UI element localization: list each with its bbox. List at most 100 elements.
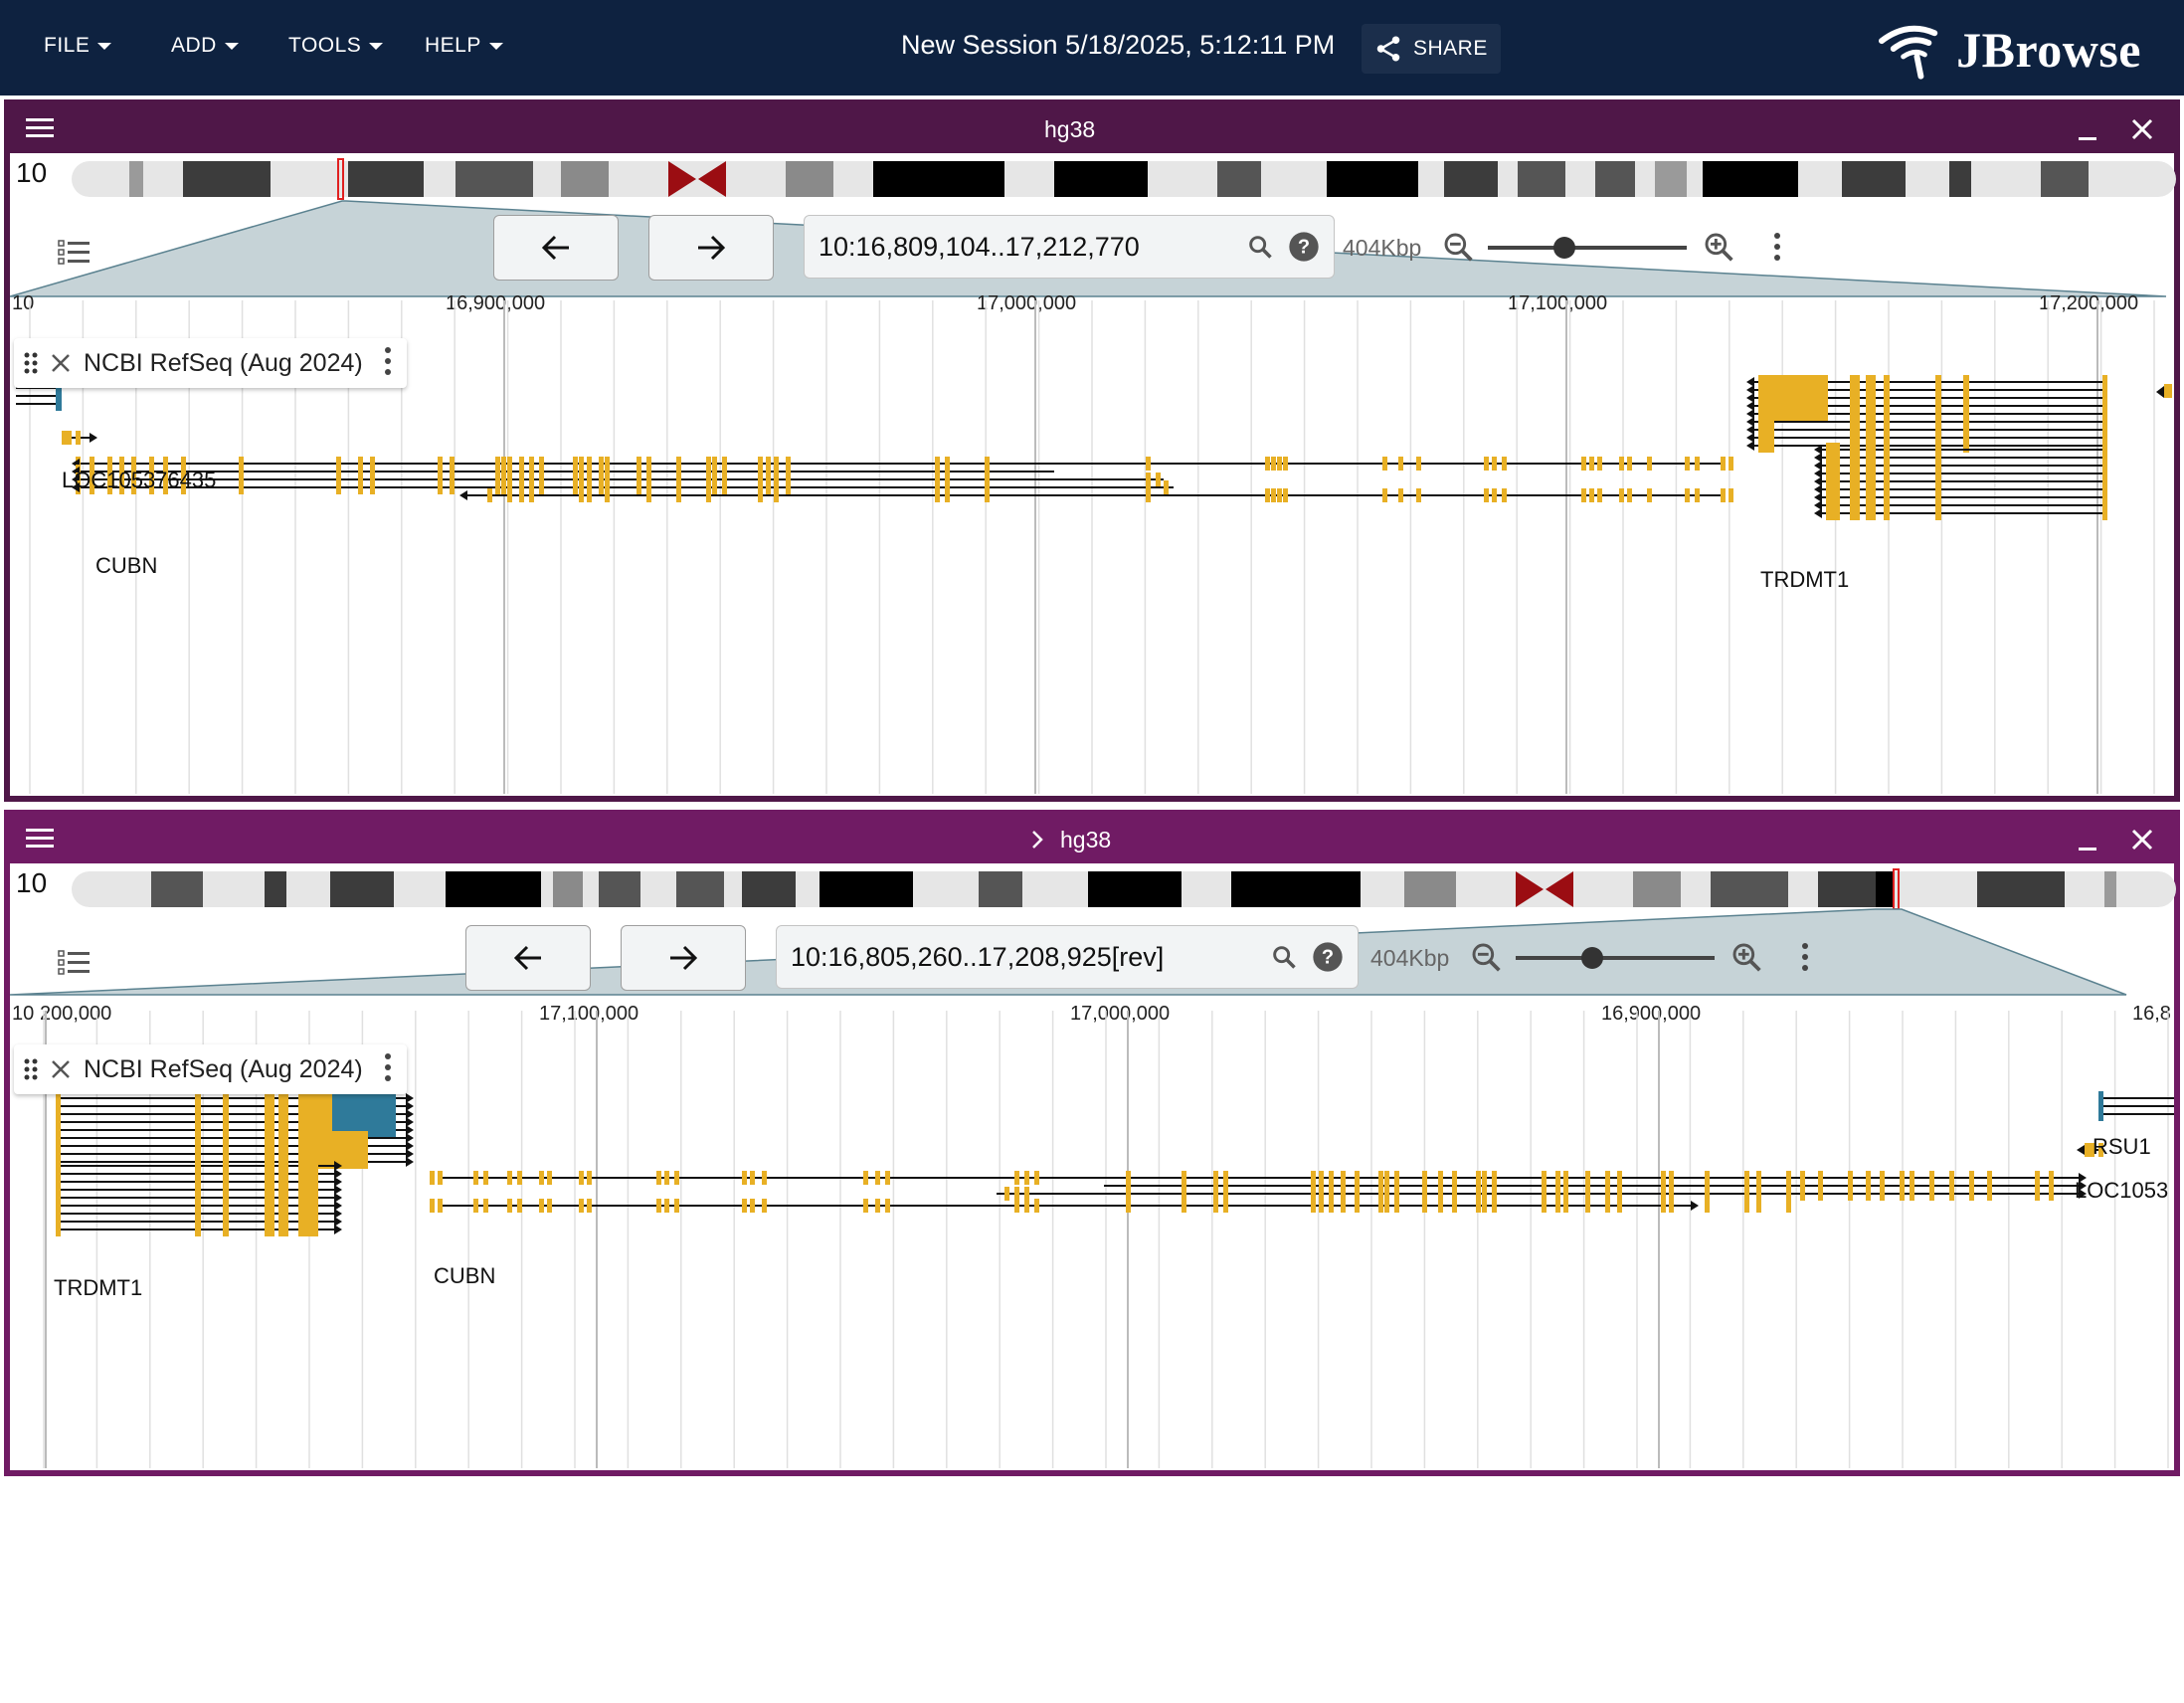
help-menu[interactable]: HELP [425,34,503,58]
logo-icon [1878,25,1938,80]
zoom-slider-thumb[interactable] [1581,947,1603,969]
search-icon[interactable] [1246,233,1274,261]
zoom-in-icon[interactable] [1730,941,1762,973]
exon-block [766,480,771,494]
help-menu-label: HELP [425,34,481,57]
zoom-out-icon[interactable] [1470,941,1502,973]
gene-label[interactable]: TRDMT1 [1760,567,1849,593]
exon-block [2102,506,2107,520]
gene-label[interactable]: LOC1053 [2075,1178,2168,1204]
exon-block [1329,1187,1334,1201]
exon-block [519,488,524,502]
exon-block [1265,457,1270,471]
view-menu-icon[interactable] [26,117,54,139]
location-text[interactable]: 10:16,805,260..17,208,925[rev] [791,942,1270,973]
drag-handle-icon[interactable] [24,351,38,375]
strand-arrow [334,1177,342,1187]
arrow-left-icon [541,235,569,261]
exon-block [1685,457,1690,471]
tools-menu[interactable]: TOOLS [288,34,384,58]
exon-block [1014,1187,1019,1201]
exon-block [1987,1187,1992,1201]
chevron-right-icon [1032,831,1043,849]
exon-block [587,1171,592,1185]
exon-block [1949,1187,1954,1201]
exon-block [1744,1187,1749,1201]
exon-block [1034,1199,1039,1213]
session-title[interactable]: New Session 5/18/2025, 5:12:11 PM [901,30,1335,61]
minimize-icon[interactable] [2079,137,2096,140]
exon-block [1619,488,1624,502]
strand-arrow [406,1157,414,1167]
view-title[interactable]: hg38 [1060,816,1111,863]
exon-block [1277,457,1282,471]
exon-block [438,1199,443,1213]
share-button[interactable]: SHARE [1362,24,1501,74]
gene-label[interactable]: RSU1 [2093,1134,2151,1160]
exon-block [599,480,604,494]
exon-block [762,1171,767,1185]
help-icon[interactable]: ? [1312,941,1344,973]
help-icon[interactable]: ? [1288,231,1320,263]
close-icon[interactable] [2130,828,2154,852]
exon-block [1422,1187,1427,1201]
view-options-icon[interactable] [1802,943,1808,976]
zoom-out-icon[interactable] [1442,231,1474,263]
track-menu-icon[interactable] [384,346,391,380]
exon-block [1605,1199,1610,1213]
location-input[interactable]: 10:16,805,260..17,208,925[rev] ? [776,925,1359,989]
gene-label[interactable]: TRDMT1 [54,1275,142,1301]
location-text[interactable]: 10:16,809,104..17,212,770 [819,232,1246,263]
exon-block [1452,1199,1457,1213]
close-track-icon[interactable] [50,1058,72,1080]
exon-block [1319,1199,1324,1213]
exon-block [1422,1199,1427,1213]
exon-block [1627,457,1632,471]
search-icon[interactable] [1270,943,1298,971]
track-menu-icon[interactable] [384,1052,391,1086]
exon-block [863,1171,868,1185]
exon-block [1452,1187,1457,1201]
track-label[interactable]: NCBI RefSeq (Aug 2024) [14,1044,407,1094]
track-label[interactable]: NCBI RefSeq (Aug 2024) [14,338,407,388]
zoom-slider[interactable] [1488,246,1687,250]
exon-block [637,480,641,494]
minimize-icon[interactable] [2079,848,2096,851]
app-bar: FILE ADD TOOLS HELP New Session 5/18/202… [0,0,2184,95]
exon-block [430,1171,435,1185]
file-menu[interactable]: FILE [44,34,112,58]
gene-label[interactable]: CUBN [95,553,157,579]
gene-label[interactable]: LOC105376435 [62,468,216,493]
view-menu-icon[interactable] [26,828,54,850]
exon-block [1223,1199,1228,1213]
scroll-right-button[interactable] [648,215,774,281]
exon-block [1563,1187,1568,1201]
view-title[interactable]: hg38 [1044,105,1095,153]
zoom-in-icon[interactable] [1703,231,1734,263]
location-input[interactable]: 10:16,809,104..17,212,770 ? [804,215,1335,279]
add-menu[interactable]: ADD [171,34,239,58]
strand-arrow [1814,484,1822,494]
zoom-slider[interactable] [1516,956,1715,960]
exon-block [483,1171,488,1185]
exon-block [786,480,791,494]
track-selector-icon[interactable] [58,949,91,977]
exon-block [195,1223,201,1236]
scroll-right-button[interactable] [621,925,746,991]
gene-label[interactable]: CUBN [434,1263,495,1289]
scroll-left-button[interactable] [493,215,619,281]
drag-handle-icon[interactable] [24,1057,38,1081]
caret-down-icon [97,42,112,50]
strand-arrow [334,1209,342,1219]
track-selector-icon[interactable] [58,239,91,267]
close-track-icon[interactable] [50,352,72,374]
exon-block [265,1223,274,1236]
exon-block [1024,1199,1029,1213]
exon-block [1416,488,1421,502]
scroll-left-button[interactable] [465,925,591,991]
view-options-icon[interactable] [1774,233,1780,266]
close-icon[interactable] [2130,117,2154,141]
zoom-slider-thumb[interactable] [1553,237,1575,259]
strand-arrow [406,1093,414,1103]
exon-block [750,1171,755,1185]
